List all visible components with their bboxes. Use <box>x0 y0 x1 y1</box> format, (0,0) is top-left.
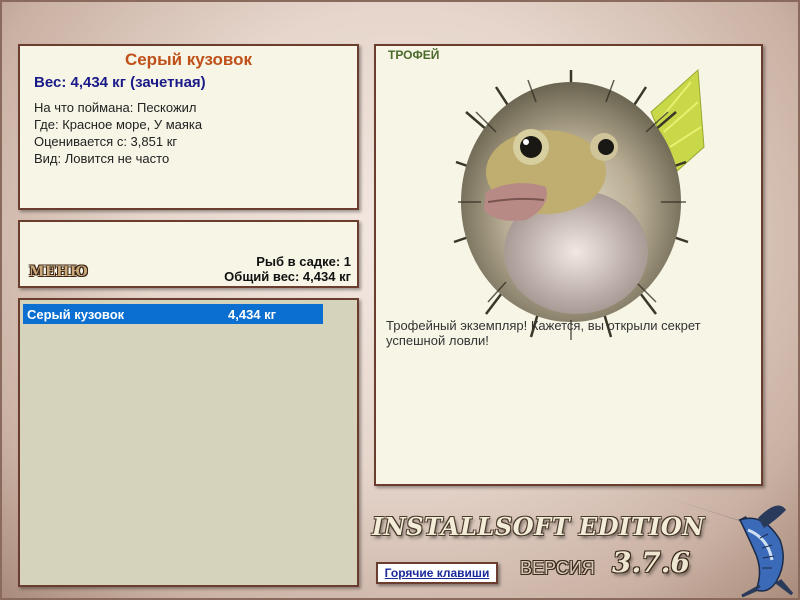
catch-item-weight: 4,434 кг <box>228 307 277 322</box>
marlin-icon <box>668 498 794 598</box>
hotkeys-link[interactable]: Горячие клавиши <box>376 562 498 584</box>
bait-line: На что поймана: Пескожил <box>34 100 197 115</box>
menu-button[interactable]: МЕНЮ <box>29 264 88 280</box>
fish-weight: Вес: 4,434 кг (зачетная) <box>34 74 206 91</box>
summary-panel: МЕНЮ Рыб в садке: 1 Общий вес: 4,434 кг <box>18 220 359 288</box>
fish-info-panel: Серый кузовок Вес: 4,434 кг (зачетная) Н… <box>18 44 359 210</box>
trophy-description: Трофейный экземпляр! Кажется, вы открыли… <box>386 318 701 348</box>
catch-list-panel: Серый кузовок 4,434 кг <box>18 298 359 587</box>
location-line: Где: Красное море, У маяка <box>34 117 203 132</box>
fish-count: Рыб в садке: 1 <box>256 254 351 269</box>
pufferfish-image <box>453 68 705 340</box>
trophy-label: ТРОФЕЙ <box>388 48 440 62</box>
version-label: ВЕРСИЯ <box>520 558 595 578</box>
catch-item-name: Серый кузовок <box>27 307 125 322</box>
total-weight: Общий вес: 4,434 кг <box>224 269 351 284</box>
fish-details: На что поймана: Пескожил Где: Красное мо… <box>34 99 357 167</box>
rating-line: Оценивается с: 3,851 кг <box>34 134 178 149</box>
catch-list-item[interactable]: Серый кузовок 4,434 кг <box>23 304 323 324</box>
kind-line: Вид: Ловится не часто <box>34 151 170 166</box>
fish-title: Серый кузовок <box>124 50 253 69</box>
cage-stats: Рыб в садке: 1 Общий вес: 4,434 кг <box>224 254 351 284</box>
edition-logo: INSTALLSOFT EDITION <box>372 512 705 541</box>
trophy-panel: ТРОФЕЙ Трофейный экземпляр! Кажется, вы … <box>374 44 763 486</box>
